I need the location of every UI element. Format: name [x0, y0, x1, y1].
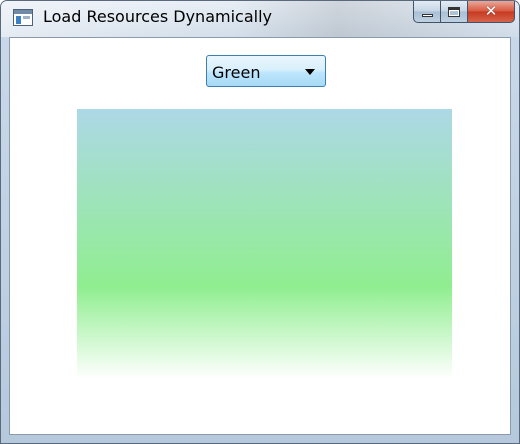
caption-buttons: ✕	[413, 1, 515, 23]
maximize-icon	[448, 6, 460, 17]
maximize-button[interactable]	[441, 1, 468, 23]
window-title: Load Resources Dynamically	[43, 7, 272, 26]
close-icon: ✕	[484, 2, 498, 20]
window-content: Green	[9, 37, 511, 435]
minimize-button[interactable]	[413, 1, 441, 23]
color-combobox[interactable]: Green	[206, 55, 326, 87]
combobox-selected-value: Green	[212, 63, 261, 82]
title-bar[interactable]: Load Resources Dynamically ✕	[1, 1, 519, 37]
app-window: Load Resources Dynamically ✕ Green	[0, 0, 520, 444]
close-button[interactable]: ✕	[468, 1, 515, 23]
gradient-rectangle	[77, 109, 452, 379]
minimize-icon	[421, 13, 433, 17]
chevron-down-icon[interactable]	[305, 69, 315, 75]
app-window-icon[interactable]	[13, 9, 33, 26]
